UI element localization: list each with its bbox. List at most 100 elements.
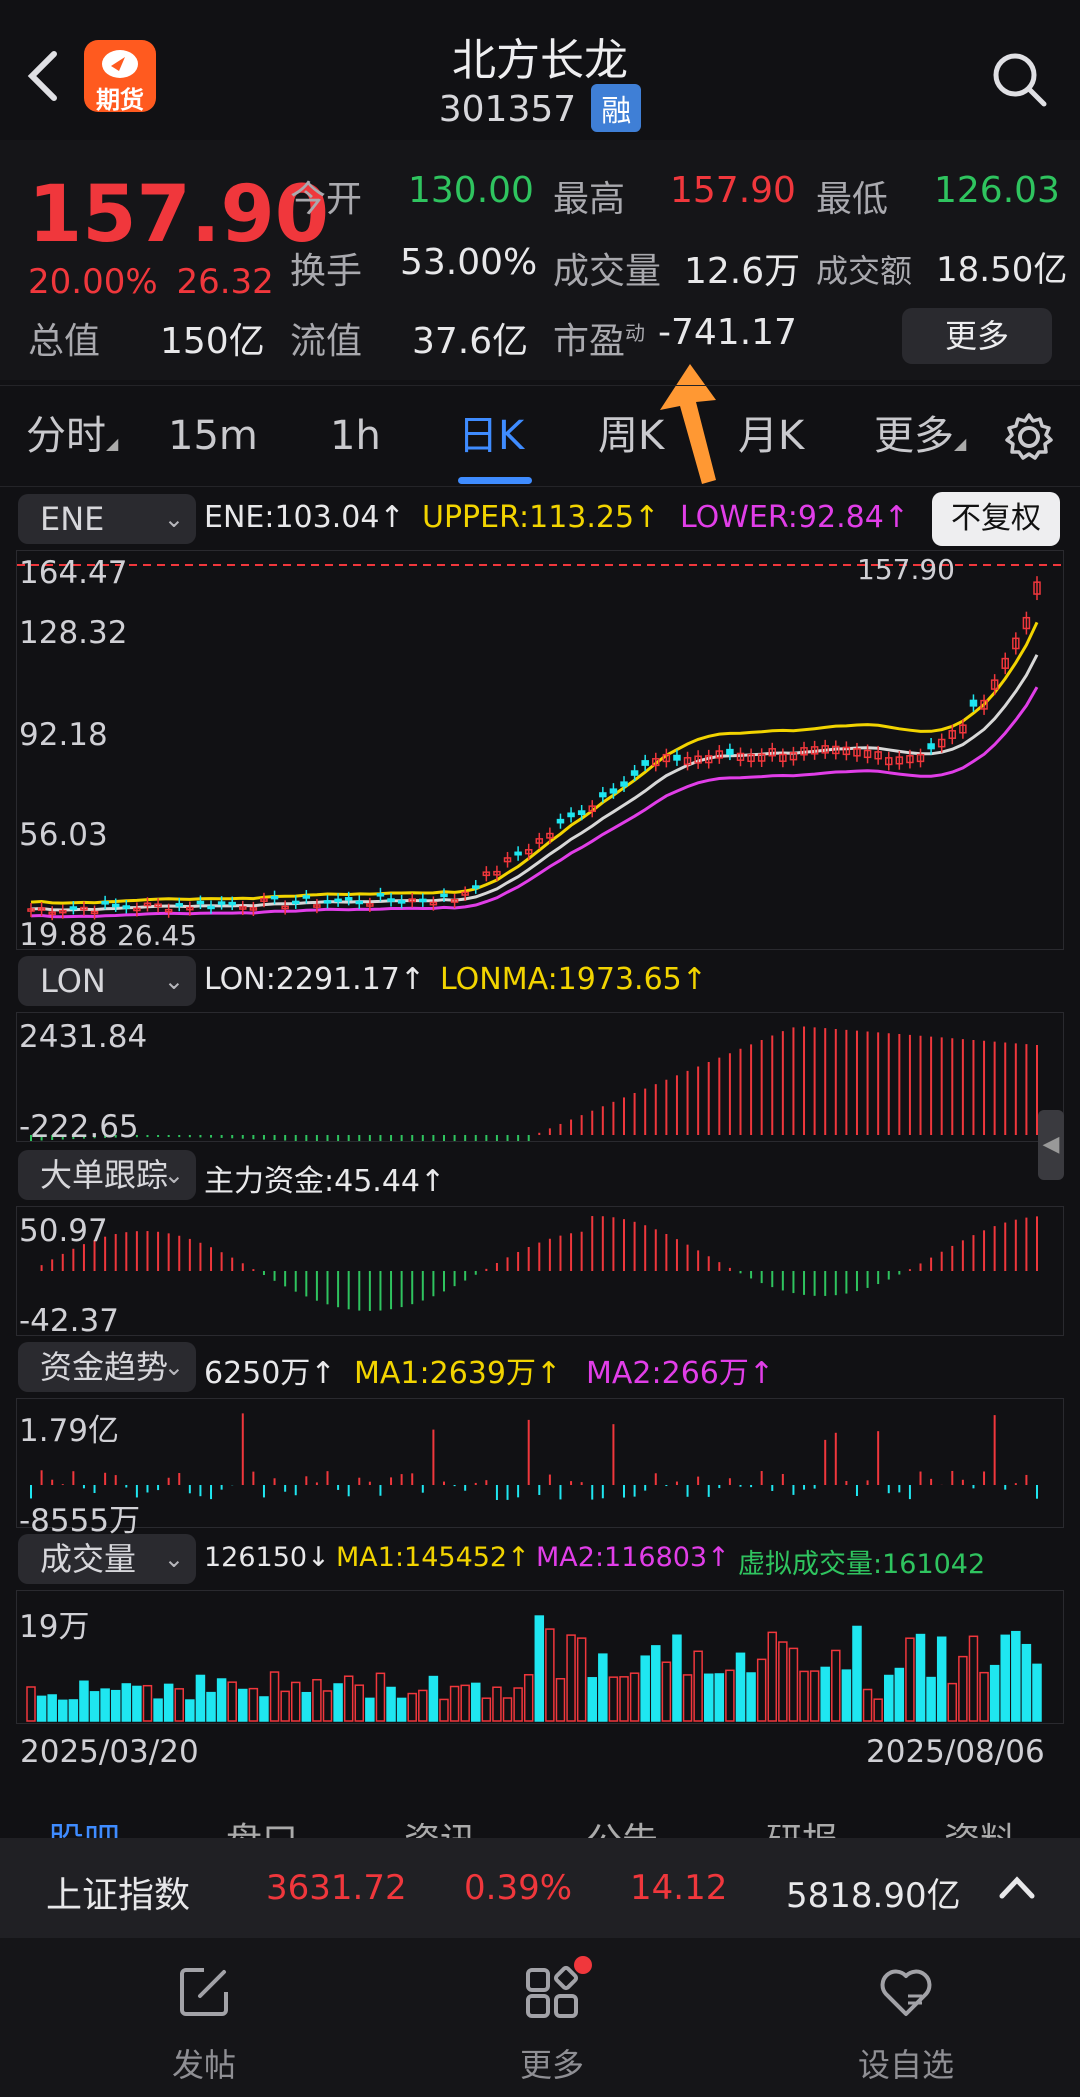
candle-body [122,905,131,909]
volume-bar [58,1699,68,1722]
volume-bar [502,1697,513,1722]
futures-badge-label: 期货 [96,86,144,114]
volume-bar [1000,1634,1010,1722]
candle-body [228,901,236,906]
futures-badge[interactable]: 期货 [84,40,156,114]
volume-bar [322,1690,333,1722]
main-fund-value: 主力资金:45.44↑ [204,1164,446,1199]
volume-bar [153,1698,163,1722]
bigorder-panel[interactable]: 50.97 -42.37 [16,1206,1064,1339]
more-quote-button[interactable]: 更多 [902,308,1052,364]
stock-code: 301357 [438,89,577,130]
volume-bar [767,1631,778,1722]
search-button[interactable] [990,50,1050,110]
candle-body [175,903,184,907]
volume-bar [640,1655,650,1722]
search-icon [993,53,1047,107]
fund-value: 6250万↑ [204,1356,336,1391]
volume-panel[interactable]: 19万 [16,1590,1064,1724]
tab-weekly[interactable]: 周K [598,386,664,486]
volume-bar [926,1676,936,1722]
turnover-value: 53.00% [400,242,538,283]
volume-bar [100,1688,110,1722]
ene-selector[interactable]: ENE ⌄ [18,494,196,544]
volume-y-label: 19万 [19,1609,90,1645]
info-tab[interactable]: 研报 [766,1812,838,1838]
ene-band-line [30,654,1039,912]
chevron-left-icon [27,51,57,101]
candle-body [641,760,649,766]
volume-bar [566,1634,576,1722]
volume-bar [820,1666,830,1722]
tab-1h[interactable]: 1h [330,386,381,486]
tab-intraday[interactable]: 分时◢ [26,386,118,486]
chevron-down-icon: ⌄ [163,505,184,533]
adjust-button[interactable]: 不复权 [932,492,1060,546]
candle-body [291,900,300,905]
index-ticker-bar[interactable]: 上证指数 3631.72 0.39% 14.12 5818.90亿 [0,1838,1080,1938]
candle-body [969,699,978,707]
volume-bar [301,1691,312,1722]
lon-panel[interactable]: 2431.84 -222.65 [16,1012,1064,1145]
fund-ma1: MA1:2639万↑ [354,1356,562,1391]
volume-bar [418,1689,428,1722]
volume-bar [894,1667,905,1722]
candle-body [726,748,734,755]
info-tab[interactable]: 盘口 [226,1812,298,1838]
candle-body [323,900,332,904]
volume-bar [841,1669,852,1722]
candle-body [577,810,586,816]
volume-bar [460,1684,470,1722]
nav-watchlist-label: 设自选 [857,2046,954,2084]
volume-bar [449,1685,460,1722]
volume-bar [428,1675,439,1722]
collapse-handle[interactable]: ◀ [1038,1110,1064,1180]
info-tab[interactable]: 资讯 [404,1812,476,1838]
volume-bar [555,1678,566,1722]
high-price-mark: 157.90 [857,553,955,586]
fund-y-label: 1.79亿 [19,1413,120,1449]
info-tab[interactable]: 公告 [586,1812,658,1838]
info-tab[interactable]: 股吧 [48,1812,120,1838]
start-date: 2025/03/20 [20,1734,199,1770]
volume-bar [809,1670,820,1722]
kline-y-label: 19.88 [19,917,108,953]
bigorder-selector[interactable]: 大单跟踪 ⌄ [18,1150,196,1200]
fund-selector[interactable]: 资金趋势 ⌄ [18,1342,196,1392]
candle-body [334,898,342,903]
tab-monthly[interactable]: 月K [738,386,804,486]
info-tab[interactable]: 资料 [944,1812,1016,1838]
candle-body [556,818,565,824]
tab-15m[interactable]: 15m [168,386,258,486]
index-percent: 0.39% [464,1868,573,1908]
volume-bar [598,1653,608,1722]
tab-more[interactable]: 更多◢ [874,386,966,486]
volume-current: 126150↓ [204,1542,330,1573]
volume-bar [883,1674,894,1722]
chart-settings-button[interactable] [1004,412,1054,462]
kline-panel[interactable]: 164.47 128.32 92.18 56.03 19.88 26.45 15… [16,550,1064,953]
volume-bar [1021,1643,1032,1722]
volume-value: 12.6万 [684,251,801,292]
volume-bar [407,1692,417,1722]
volume-bar [936,1636,947,1722]
candle-body [196,900,205,905]
candle-body [673,754,681,761]
nav-post[interactable]: 发帖 [124,1962,284,2086]
turnover-label: 换手 [290,251,363,292]
volume-bar [174,1688,185,1722]
tab-daily[interactable]: 日K [458,386,524,486]
info-tabs: 股吧 盘口 资讯 公告 研报 资料 [0,1808,1080,1838]
volume-bar [703,1673,714,1722]
candle-body [419,898,427,903]
chevron-down-icon: ⌄ [163,967,184,995]
nav-more[interactable]: 更多 [472,1962,632,2086]
chevron-up-icon[interactable] [996,1872,1038,1902]
volume-bar [862,1688,873,1722]
nav-watchlist[interactable]: 设自选 [826,1962,986,2086]
ene-value: ENE:103.04↑ [204,500,405,535]
back-button[interactable] [24,46,74,106]
volume-selector[interactable]: 成交量 ⌄ [18,1534,196,1584]
lon-selector[interactable]: LON ⌄ [18,956,196,1006]
fund-panel[interactable]: 1.79亿 -8555万 [16,1398,1064,1539]
